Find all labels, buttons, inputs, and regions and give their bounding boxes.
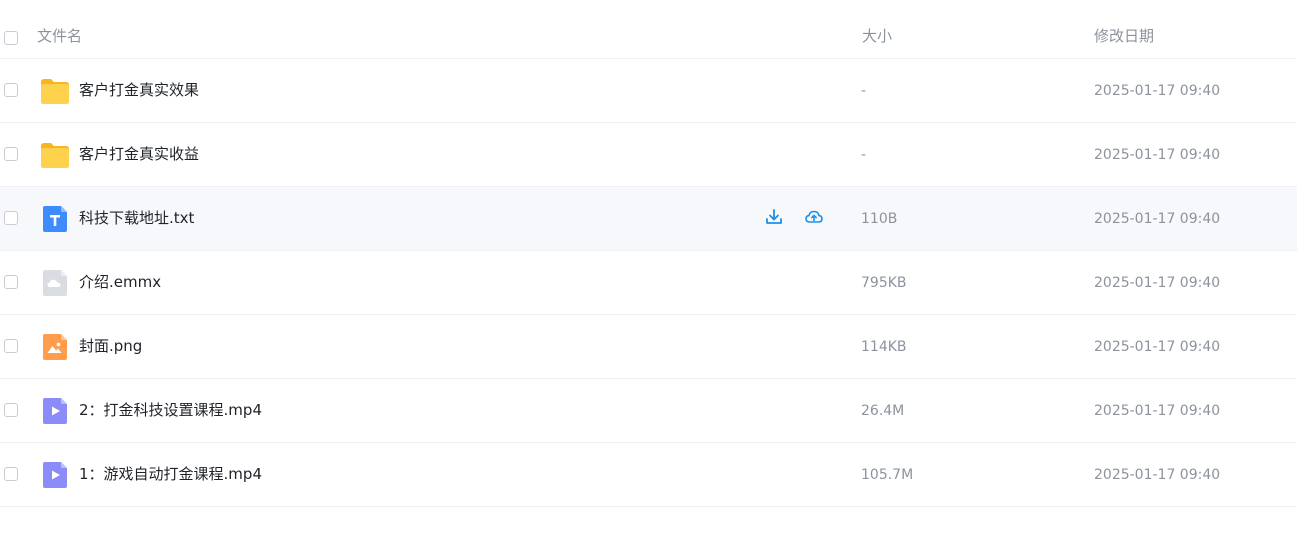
file-list-header: 文件名 大小 修改日期 [0,0,1297,59]
row-checkbox[interactable] [4,275,18,289]
file-name[interactable]: 客户打金真实效果 [79,79,199,101]
file-row[interactable]: 介绍.emmx 795KB 2025-01-17 09:40 [0,251,1297,315]
select-all-checkbox[interactable] [4,31,18,45]
row-checkbox[interactable] [4,83,18,97]
file-date: 2025-01-17 09:40 [1094,339,1221,355]
file-row[interactable]: 客户打金真实效果 - 2025-01-17 09:40 [0,59,1297,123]
file-size: 114KB [861,339,907,355]
file-name[interactable]: 客户打金真实收益 [79,143,199,165]
video-file-icon [43,462,67,488]
file-date: 2025-01-17 09:40 [1094,403,1221,419]
column-header-size[interactable]: 大小 [862,26,892,46]
row-checkbox[interactable] [4,467,18,481]
column-header-name[interactable]: 文件名 [37,26,82,46]
file-size: - [861,147,867,163]
row-checkbox[interactable] [4,147,18,161]
file-row[interactable]: 封面.png 114KB 2025-01-17 09:40 [0,315,1297,379]
file-row[interactable]: 客户打金真实收益 - 2025-01-17 09:40 [0,123,1297,187]
folder-icon [41,143,69,168]
file-size: 26.4M [861,403,905,419]
row-checkbox[interactable] [4,403,18,417]
file-size: 105.7M [861,467,914,483]
download-icon[interactable] [764,207,784,227]
file-date: 2025-01-17 09:40 [1094,147,1221,163]
cloud-file-icon [43,270,67,296]
folder-icon [41,79,69,104]
file-list: 文件名 大小 修改日期 客户打金真实效果 - 2025-01-17 09:40 … [0,0,1297,507]
row-checkbox[interactable] [4,339,18,353]
file-size: - [861,83,867,99]
file-date: 2025-01-17 09:40 [1094,83,1221,99]
file-date: 2025-01-17 09:40 [1094,275,1221,291]
text-file-icon [43,206,67,232]
file-row[interactable]: 1：游戏自动打金课程.mp4 105.7M 2025-01-17 09:40 [0,443,1297,507]
row-checkbox[interactable] [4,211,18,225]
file-date: 2025-01-17 09:40 [1094,467,1221,483]
file-row[interactable]: 科技下载地址.txt 110B 2025-01-17 09:40 [0,187,1297,251]
video-file-icon [43,398,67,424]
image-file-icon [43,334,67,360]
file-name[interactable]: 2：打金科技设置课程.mp4 [79,399,262,421]
file-size: 795KB [861,275,907,291]
file-date: 2025-01-17 09:40 [1094,211,1221,227]
file-name[interactable]: 封面.png [79,335,142,357]
file-row[interactable]: 2：打金科技设置课程.mp4 26.4M 2025-01-17 09:40 [0,379,1297,443]
file-name[interactable]: 介绍.emmx [79,271,161,293]
file-size: 110B [861,211,898,227]
cloud-upload-icon[interactable] [804,207,824,227]
file-name[interactable]: 科技下载地址.txt [79,207,194,229]
file-name[interactable]: 1：游戏自动打金课程.mp4 [79,463,262,485]
column-header-date[interactable]: 修改日期 [1094,26,1154,46]
